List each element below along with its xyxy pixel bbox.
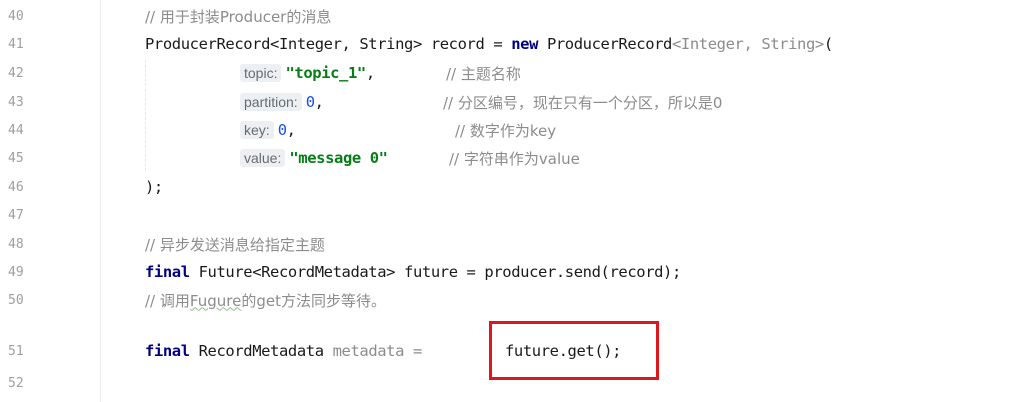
code-line-45[interactable]: 45 value: "message 0" // 字符串作为value — [0, 145, 1022, 171]
closing-paren: ); — [145, 178, 163, 196]
line-number: 48 — [8, 236, 24, 252]
code-comment: // 分区编号，现在只有一个分区，所以是0 — [443, 93, 723, 112]
code-comment: // 主题名称 — [446, 64, 521, 83]
typo-underline: Fugure — [189, 291, 242, 310]
assign-operator: = — [404, 342, 431, 360]
generic-type: <Integer, String> — [270, 35, 422, 53]
line-number: 44 — [8, 122, 24, 138]
code-comment: // 调用Fugure的get方法同步等待。 — [145, 290, 386, 311]
code-comment: // 异步发送消息给指定主题 — [145, 235, 325, 254]
line-number: 49 — [8, 264, 24, 280]
comma: , — [314, 93, 324, 111]
line-number: 46 — [8, 179, 24, 195]
code-line-42[interactable]: 42 topic: "topic_1", // 主题名称 — [0, 60, 1022, 86]
parameter-hint: partition: — [240, 93, 302, 111]
keyword-new: new — [511, 35, 539, 53]
code-comment: // 字符串作为value — [449, 149, 580, 168]
comment-suffix: 的get方法同步等待。 — [241, 291, 386, 310]
line-number: 52 — [8, 375, 24, 391]
indent-guide — [145, 89, 147, 115]
class-name: ProducerRecord — [145, 35, 271, 53]
line-number: 41 — [8, 36, 24, 52]
parameter-hint: key: — [240, 121, 274, 139]
keyword-final: final — [145, 342, 190, 360]
line-number: 43 — [8, 94, 24, 110]
comma: , — [365, 64, 375, 82]
line-number: 47 — [8, 207, 24, 223]
string-literal: "topic_1" — [285, 64, 366, 82]
code-line-41[interactable]: 41 ProducerRecord <Integer, String> recor… — [0, 31, 1022, 57]
code-line-49[interactable]: 49 final Future<RecordMetadata> future =… — [0, 259, 1022, 285]
code-line-47[interactable]: 47 — [0, 202, 1022, 228]
code-line-50[interactable]: 50 // 调用Fugure的get方法同步等待。 — [0, 287, 1022, 313]
parameter-hint: value: — [240, 149, 286, 167]
line-number: 40 — [8, 8, 24, 24]
code-line-46[interactable]: 46 ); — [0, 174, 1022, 200]
line-number: 51 — [8, 343, 24, 359]
line-number: 45 — [8, 150, 24, 166]
parameter-hint: topic: — [240, 64, 282, 82]
comma: , — [286, 121, 296, 139]
indent-guide — [145, 145, 147, 171]
number-literal: 0 — [305, 93, 315, 111]
generic-type: <Integer, String> — [672, 35, 824, 53]
paren-open: ( — [823, 35, 833, 53]
number-literal: 0 — [277, 121, 287, 139]
line-number: 42 — [8, 65, 24, 81]
code-comment: // 用于封装Producer的消息 — [145, 7, 332, 26]
indent-guide — [145, 117, 147, 143]
class-name: RecordMetadata — [189, 342, 333, 360]
unused-variable: metadata — [332, 342, 405, 360]
comment-prefix: // 调用 — [145, 291, 190, 310]
keyword-final: final — [145, 263, 190, 281]
code-line-43[interactable]: 43 partition: 0, // 分区编号，现在只有一个分区，所以是0 — [0, 89, 1022, 115]
red-highlight-box — [489, 321, 659, 380]
code-editor[interactable]: 40 // 用于封装Producer的消息 41 ProducerRecord <… — [0, 0, 1022, 402]
variable-decl: record = — [421, 35, 512, 53]
code-line-40[interactable]: 40 // 用于封装Producer的消息 — [0, 3, 1022, 29]
line-number: 50 — [8, 292, 24, 308]
code-comment: // 数字作为key — [455, 121, 557, 140]
code-line-48[interactable]: 48 // 异步发送消息给指定主题 — [0, 231, 1022, 257]
string-literal: "message 0" — [289, 149, 388, 167]
class-name: ProducerRecord — [538, 35, 672, 53]
statement-text: Future<RecordMetadata> future = producer… — [189, 263, 682, 281]
indent-guide — [145, 60, 147, 86]
code-line-44[interactable]: 44 key: 0, // 数字作为key — [0, 117, 1022, 143]
